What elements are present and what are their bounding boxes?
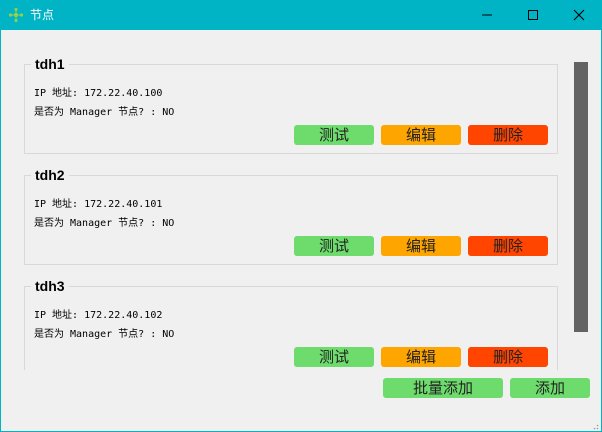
close-button[interactable] [556, 0, 602, 30]
edit-button[interactable]: 编辑 [381, 125, 461, 145]
tree-node-icon [8, 7, 24, 23]
test-button[interactable]: 测试 [294, 236, 374, 256]
resize-grip-icon[interactable] [591, 422, 599, 430]
minimize-button[interactable] [464, 0, 510, 30]
close-icon [573, 9, 585, 21]
batch-add-button[interactable]: 批量添加 [383, 378, 503, 398]
minimize-icon [482, 14, 492, 16]
vertical-scrollbar[interactable] [574, 62, 588, 332]
node-manager-flag: 是否为 Manager 节点? : NO [34, 107, 175, 118]
test-button[interactable]: 测试 [294, 347, 374, 367]
maximize-icon [528, 10, 538, 20]
delete-button[interactable]: 删除 [468, 125, 548, 145]
delete-button[interactable]: 删除 [468, 347, 548, 367]
window-title: 节点 [30, 8, 55, 22]
test-button[interactable]: 测试 [294, 125, 374, 145]
node-ip: IP 地址: 172.22.40.102 [34, 310, 163, 321]
node-card-tdh1: tdh1 IP 地址: 172.22.40.100 是否为 Manager 节点… [24, 55, 558, 154]
title-bar[interactable]: 节点 [0, 0, 602, 30]
add-button[interactable]: 添加 [510, 378, 590, 398]
node-list: tdh1 IP 地址: 172.22.40.100 是否为 Manager 节点… [13, 42, 569, 370]
node-manager-flag: 是否为 Manager 节点? : NO [34, 329, 175, 340]
client-area: tdh1 IP 地址: 172.22.40.100 是否为 Manager 节点… [0, 30, 602, 432]
node-ip: IP 地址: 172.22.40.100 [34, 88, 163, 99]
delete-button[interactable]: 删除 [468, 236, 548, 256]
node-card-tdh3: tdh3 IP 地址: 172.22.40.102 是否为 Manager 节点… [24, 277, 558, 370]
edit-button[interactable]: 编辑 [381, 236, 461, 256]
node-manager-flag: 是否为 Manager 节点? : NO [34, 218, 175, 229]
maximize-button[interactable] [510, 0, 556, 30]
node-name: tdh3 [31, 277, 69, 295]
node-name: tdh1 [31, 55, 69, 73]
node-ip: IP 地址: 172.22.40.101 [34, 199, 163, 210]
node-name: tdh2 [31, 166, 69, 184]
node-card-tdh2: tdh2 IP 地址: 172.22.40.101 是否为 Manager 节点… [24, 166, 558, 265]
edit-button[interactable]: 编辑 [381, 347, 461, 367]
